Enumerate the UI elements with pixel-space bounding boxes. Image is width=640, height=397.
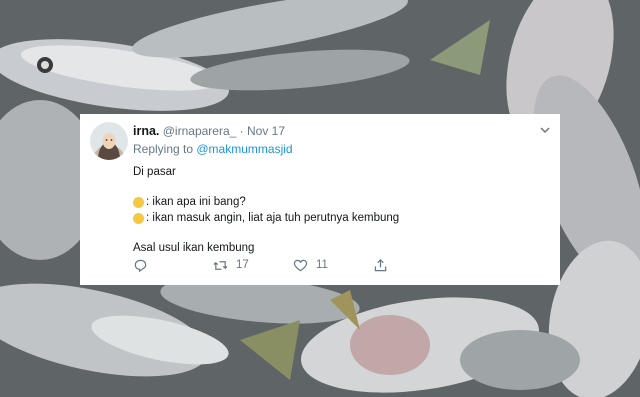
- avatar[interactable]: [90, 122, 128, 160]
- separator: ·: [236, 124, 247, 138]
- reply-button[interactable]: [133, 256, 148, 274]
- retweet-icon: [213, 260, 228, 270]
- retweet-button[interactable]: 17: [213, 256, 249, 274]
- woman-emoji-icon: [133, 196, 144, 208]
- chevron-down-icon[interactable]: [538, 123, 552, 137]
- retweet-count: 17: [236, 259, 249, 271]
- replying-handle-link[interactable]: @makmummasjid: [196, 142, 292, 156]
- like-count: 11: [316, 259, 328, 271]
- reply-icon: [134, 259, 147, 272]
- display-name[interactable]: irna.: [133, 124, 159, 138]
- tweet-line-1: Di pasar: [133, 166, 176, 178]
- face-emoji-icon: [133, 212, 144, 224]
- tweet-body: Di pasar : ikan apa ini bang? : ikan mas…: [133, 164, 399, 256]
- tweet-header: irna. @irnaparera_ · Nov 17: [133, 124, 285, 138]
- avatar-image: [90, 122, 128, 160]
- handle[interactable]: @irnaparera_: [163, 124, 237, 138]
- tweet-line-2: : ikan apa ini bang?: [133, 194, 399, 210]
- heart-icon: [293, 259, 308, 271]
- share-icon: [374, 258, 387, 271]
- tweet-line-2-text: : ikan apa ini bang?: [146, 196, 246, 208]
- tweet-line-3: : ikan masuk angin, liat aja tuh perutny…: [133, 210, 399, 226]
- like-button[interactable]: 11: [293, 256, 328, 274]
- tweet-actions: 17 11: [133, 256, 453, 276]
- tweet-date[interactable]: Nov 17: [247, 124, 285, 138]
- replying-prefix: Replying to: [133, 142, 197, 156]
- tweet-line-3-text: : ikan masuk angin, liat aja tuh perutny…: [146, 212, 400, 224]
- share-button[interactable]: [373, 256, 388, 274]
- tweet-card[interactable]: irna. @irnaparera_ · Nov 17 Replying to …: [80, 114, 560, 285]
- replying-to: Replying to @makmummasjid: [133, 142, 293, 156]
- tweet-line-4: Asal usul ikan kembung: [133, 242, 255, 254]
